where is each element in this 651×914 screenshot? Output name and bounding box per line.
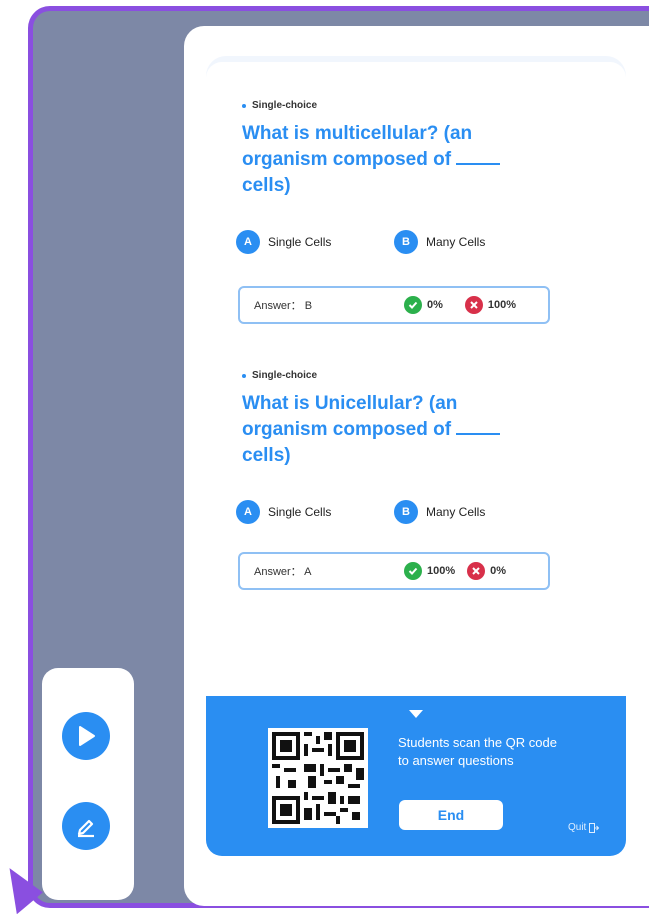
options-2: A Single Cells B Many Cells <box>236 500 552 524</box>
cross-icon <box>464 296 483 314</box>
correct-stat: 0% <box>404 296 443 314</box>
option-b[interactable]: B Many Cells <box>394 230 552 254</box>
question-2: Single-choice What is Unicellular? (an o… <box>242 370 542 469</box>
collapse-caret-icon[interactable] <box>409 710 423 718</box>
qr-code <box>268 728 368 828</box>
wrong-stat: 100% <box>464 296 516 314</box>
question-type: Single-choice <box>242 100 542 111</box>
qr-footer: Students scan the QR code to answer ques… <box>206 696 626 856</box>
option-a[interactable]: A Single Cells <box>236 500 394 524</box>
option-b[interactable]: B Many Cells <box>394 500 552 524</box>
check-icon <box>404 562 422 580</box>
cross-icon <box>467 562 486 580</box>
answer-label: Answer： B <box>254 300 313 312</box>
end-button[interactable]: End <box>399 800 503 830</box>
edit-icon <box>77 819 94 838</box>
quiz-card[interactable]: Single-choice What is multicellular? (an… <box>206 62 626 688</box>
scan-instructions: Students scan the QR code to answer ques… <box>398 735 557 768</box>
options-1: A Single Cells B Many Cells <box>236 230 552 254</box>
play-icon <box>79 726 95 746</box>
quiz-card-background: Single-choice What is multicellular? (an… <box>206 56 626 688</box>
question-1: Single-choice What is multicellular? (an… <box>242 100 542 199</box>
side-toolbar <box>42 668 134 900</box>
exit-icon <box>589 822 600 833</box>
correct-stat: 100% <box>404 562 455 580</box>
wrong-stat: 0% <box>467 562 506 580</box>
option-a[interactable]: A Single Cells <box>236 230 394 254</box>
question-type: Single-choice <box>242 370 542 381</box>
quit-button[interactable]: Quit <box>568 822 600 833</box>
question-text: What is multicellular? (an organism comp… <box>242 121 542 199</box>
edit-button[interactable] <box>62 802 110 850</box>
answer-box-2: Answer： A 100% 0% <box>238 552 550 590</box>
question-text: What is Unicellular? (an organism compos… <box>242 391 542 469</box>
answer-box-1: Answer： B 0% 100% <box>238 286 550 324</box>
play-button[interactable] <box>62 712 110 760</box>
check-icon <box>404 296 422 314</box>
quiz-panel: Single-choice What is multicellular? (an… <box>184 26 649 906</box>
answer-label: Answer： A <box>254 566 312 578</box>
